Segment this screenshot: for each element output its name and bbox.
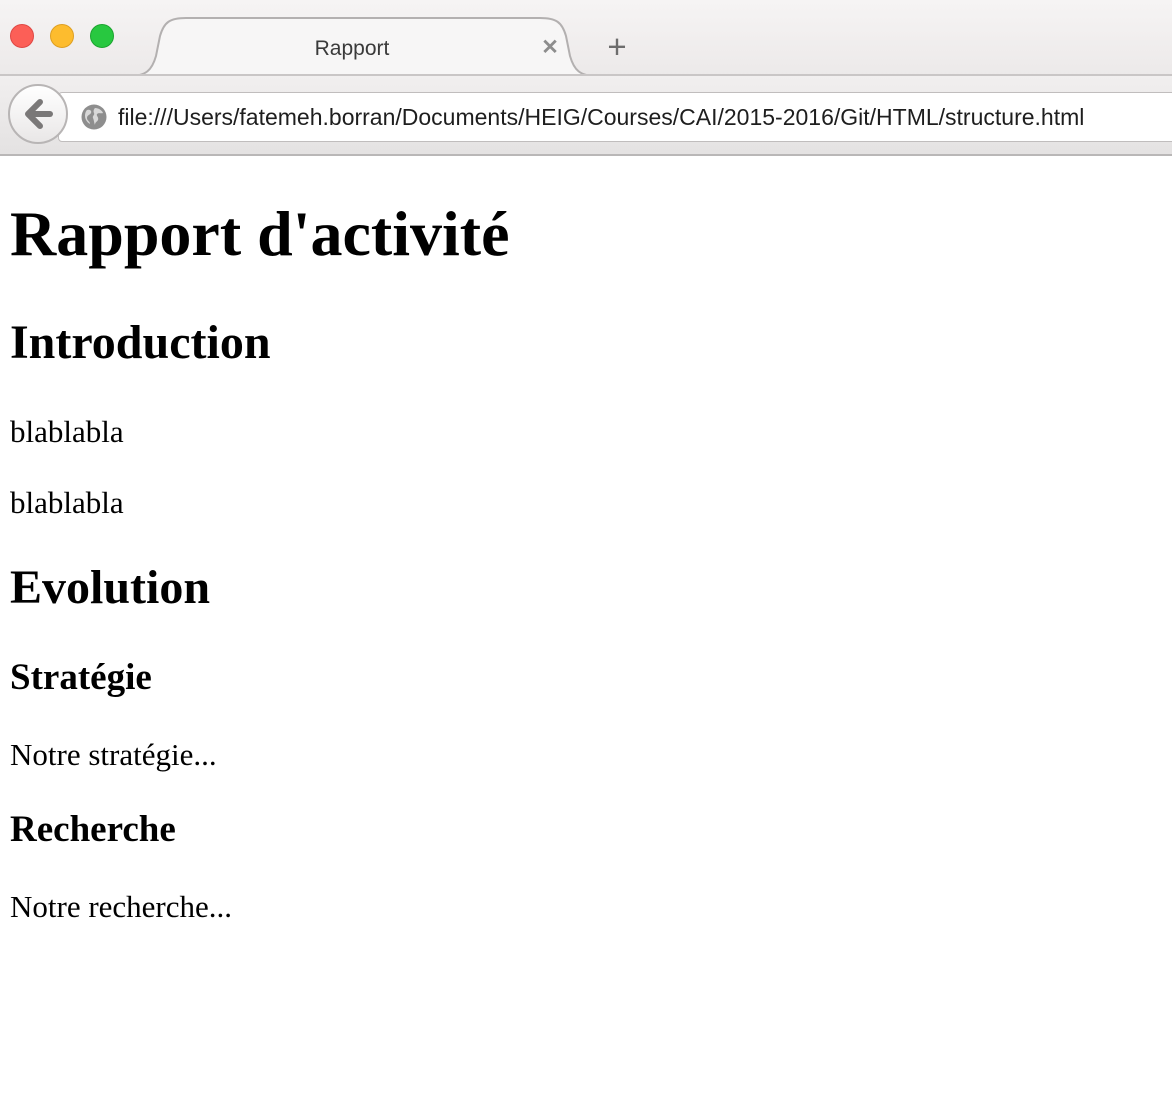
- paragraph: blablabla: [10, 485, 124, 520]
- subsection-heading-strategie: Stratégie: [10, 657, 152, 698]
- minimize-window-button[interactable]: [50, 24, 74, 48]
- new-tab-button[interactable]: +: [602, 30, 632, 64]
- zoom-window-button[interactable]: [90, 24, 114, 48]
- url-text[interactable]: file:///Users/fatemeh.borran/Documents/H…: [118, 102, 1084, 132]
- section-heading-evolution: Evolution: [10, 561, 211, 614]
- back-button[interactable]: [8, 84, 68, 144]
- globe-icon: [81, 104, 107, 130]
- paragraph: Notre stratégie...: [10, 737, 217, 772]
- tab-close-icon[interactable]: ✕: [538, 36, 562, 60]
- tab-title[interactable]: Rapport: [232, 36, 472, 62]
- back-arrow-icon: [25, 99, 53, 129]
- navigation-bar: file:///Users/fatemeh.borran/Documents/H…: [0, 76, 1172, 156]
- page-title: Rapport d'activité: [10, 198, 510, 269]
- paragraph: Notre recherche...: [10, 889, 233, 924]
- paragraph: blablabla: [10, 414, 124, 449]
- browser-titlebar: Rapport ✕ +: [0, 0, 1172, 77]
- close-window-button[interactable]: [10, 24, 34, 48]
- subsection-heading-recherche: Recherche: [10, 809, 176, 850]
- section-heading-introduction: Introduction: [10, 316, 271, 369]
